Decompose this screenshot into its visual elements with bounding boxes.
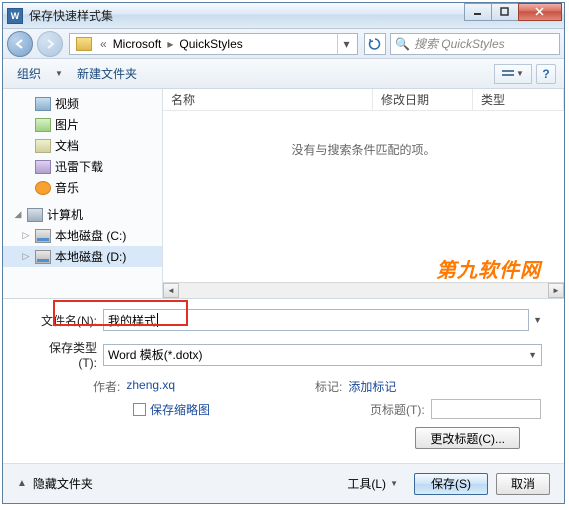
breadcrumb-item[interactable]: Microsoft: [111, 37, 164, 51]
change-title-button[interactable]: 更改标题(C)...: [415, 427, 520, 449]
scroll-left-button[interactable]: ◄: [163, 283, 179, 298]
computer-icon: [27, 208, 43, 222]
tags-label: 标记:: [315, 378, 342, 395]
chevron-down-icon: ▼: [528, 350, 537, 360]
author-value[interactable]: zheng.xq: [126, 378, 175, 395]
scroll-right-button[interactable]: ►: [548, 283, 564, 298]
list-header: 名称 修改日期 类型: [163, 89, 564, 111]
drive-icon: [35, 229, 51, 243]
tree-item-pictures[interactable]: 图片: [3, 114, 162, 135]
tree-item-downloads[interactable]: 迅雷下载: [3, 156, 162, 177]
pagetitle-input[interactable]: [431, 399, 541, 419]
new-folder-button[interactable]: 新建文件夹: [71, 63, 143, 84]
folder-tree[interactable]: 视频 图片 文档 迅雷下载 音乐 ◢计算机 ▷本地磁盘 (C:) ▷本地磁盘 (…: [3, 89, 163, 298]
filetype-label: 保存类型(T):: [33, 339, 103, 370]
back-button[interactable]: [7, 31, 33, 57]
col-modified[interactable]: 修改日期: [373, 89, 473, 110]
refresh-button[interactable]: [364, 33, 386, 55]
download-icon: [35, 160, 51, 174]
tags-value[interactable]: 添加标记: [348, 378, 396, 395]
empty-message: 没有与搜索条件匹配的项。: [163, 141, 564, 158]
filename-dropdown-icon[interactable]: ▼: [533, 315, 542, 325]
filetype-dropdown[interactable]: Word 模板(*.dotx) ▼: [103, 344, 542, 366]
music-icon: [35, 181, 51, 195]
author-label: 作者:: [93, 378, 120, 395]
close-button[interactable]: [518, 3, 562, 21]
footer: ▲ 隐藏文件夹 工具(L) ▼ 保存(S) 取消: [3, 463, 564, 503]
save-form: 文件名(N): 我的样式 ▼ 保存类型(T): Word 模板(*.dotx) …: [3, 299, 564, 453]
drive-icon: [35, 250, 51, 264]
cancel-button[interactable]: 取消: [496, 473, 550, 495]
maximize-button[interactable]: [491, 3, 519, 21]
horizontal-scrollbar[interactable]: ◄ ►: [163, 282, 564, 298]
help-button[interactable]: ?: [536, 64, 556, 84]
breadcrumb-dropdown[interactable]: ▾: [337, 34, 355, 54]
view-mode-button[interactable]: ▼: [494, 64, 532, 84]
thumbnail-label[interactable]: 保存缩略图: [150, 401, 210, 418]
breadcrumb[interactable]: « Microsoft ▸ QuickStyles ▾: [69, 33, 358, 55]
search-input[interactable]: 🔍 搜索 QuickStyles: [390, 33, 560, 55]
video-icon: [35, 97, 51, 111]
folder-icon: [76, 37, 92, 51]
tree-item-documents[interactable]: 文档: [3, 135, 162, 156]
save-button[interactable]: 保存(S): [414, 473, 488, 495]
titlebar: W 保存快速样式集: [3, 3, 564, 29]
tree-item-drive-d[interactable]: ▷本地磁盘 (D:): [3, 246, 162, 267]
toolbar: 组织 ▼ 新建文件夹 ▼ ?: [3, 59, 564, 89]
col-type[interactable]: 类型: [473, 89, 564, 110]
col-name[interactable]: 名称: [163, 89, 373, 110]
minimize-button[interactable]: [464, 3, 492, 21]
hide-folders-link[interactable]: 隐藏文件夹: [33, 475, 93, 492]
text-cursor: [157, 313, 158, 327]
tree-item-drive-c[interactable]: ▷本地磁盘 (C:): [3, 225, 162, 246]
collapse-icon[interactable]: ▲: [17, 478, 27, 489]
search-placeholder: 搜索 QuickStyles: [414, 35, 505, 52]
forward-button[interactable]: [37, 31, 63, 57]
file-list[interactable]: 名称 修改日期 类型 没有与搜索条件匹配的项。 第九软件网 WWW.D9SOFT…: [163, 89, 564, 298]
breadcrumb-item[interactable]: QuickStyles: [177, 37, 244, 51]
dropdown-icon: ▼: [55, 69, 63, 78]
chevron-down-icon: ▼: [390, 479, 398, 488]
tree-item-video[interactable]: 视频: [3, 93, 162, 114]
filename-input[interactable]: 我的样式: [103, 309, 529, 331]
tree-item-music[interactable]: 音乐: [3, 177, 162, 198]
chevron-right-icon: ▸: [163, 37, 177, 51]
nav-bar: « Microsoft ▸ QuickStyles ▾ 🔍 搜索 QuickSt…: [3, 29, 564, 59]
pagetitle-label: 页标题(T):: [370, 401, 425, 418]
organize-menu[interactable]: 组织: [11, 63, 47, 84]
tools-menu[interactable]: 工具(L) ▼: [339, 473, 406, 495]
picture-icon: [35, 118, 51, 132]
chevron-icon: «: [96, 37, 111, 51]
document-icon: [35, 139, 51, 153]
filename-label: 文件名(N):: [33, 312, 103, 329]
thumbnail-checkbox[interactable]: [133, 403, 146, 416]
app-icon: W: [7, 8, 23, 24]
tree-item-computer[interactable]: ◢计算机: [3, 204, 162, 225]
search-icon: 🔍: [395, 37, 410, 51]
